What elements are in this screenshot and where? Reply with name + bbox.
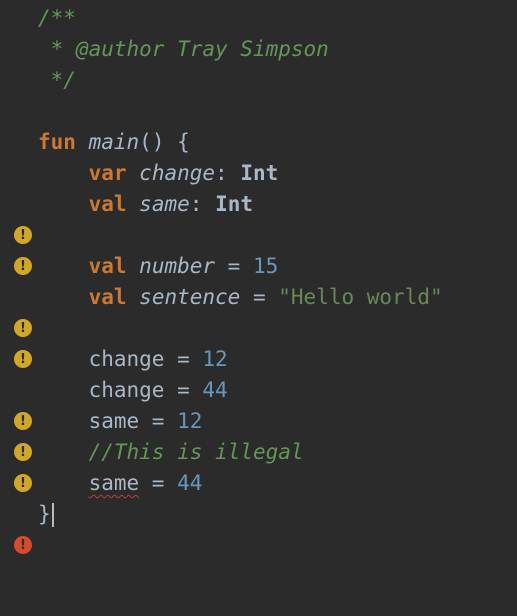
identifier-same-error[interactable]: same	[89, 471, 140, 495]
identifier-change: change	[88, 378, 165, 402]
type-int: Int	[215, 192, 253, 216]
identifier-change: change	[139, 161, 216, 185]
identifier-same: same	[88, 409, 140, 433]
string-literal: "Hello world"	[278, 285, 443, 309]
gutter-warning[interactable]: !	[14, 195, 34, 275]
gutter-warning[interactable]: !	[14, 350, 34, 430]
assign-operator: =	[164, 347, 203, 371]
number-literal: 44	[177, 471, 203, 495]
code-line[interactable]: ! same = 44	[0, 468, 517, 554]
doc-comment-close: */	[38, 68, 76, 92]
keyword-fun: fun	[38, 130, 76, 154]
keyword-val: val	[88, 254, 127, 278]
type-int: Int	[240, 161, 279, 185]
number-literal: 44	[202, 378, 228, 402]
identifier-number: number	[139, 254, 216, 278]
code-line[interactable]: ! val same: Int	[0, 189, 517, 275]
code-line[interactable]: ! val sentence = "Hello world"	[0, 282, 517, 368]
line-comment: //This is illegal	[88, 440, 304, 464]
function-name-main: main	[88, 130, 140, 154]
gutter-warning[interactable]: !	[14, 412, 34, 492]
gutter-error[interactable]: !	[14, 474, 34, 554]
identifier-sentence: sentence	[139, 285, 241, 309]
gutter-warning[interactable]: !	[14, 257, 34, 337]
code-line[interactable]: ! val number = 15	[0, 251, 517, 337]
gutter-warning[interactable]: !	[14, 288, 34, 368]
gutter-warning[interactable]: !	[14, 164, 34, 244]
assign-operator: =	[215, 254, 253, 278]
doc-comment-open: /**	[38, 6, 76, 30]
code-line[interactable]: ! change = 44	[0, 375, 517, 461]
keyword-var: var	[88, 161, 127, 185]
code-line[interactable]: ! same = 12	[0, 406, 517, 492]
code-line[interactable]: * @author Tray Simpson	[0, 34, 517, 65]
identifier-same: same	[139, 192, 190, 216]
identifier-change: change	[88, 347, 165, 371]
function-signature-rest: () {	[139, 130, 190, 154]
assign-operator: =	[240, 285, 279, 309]
number-literal: 15	[252, 254, 279, 278]
doc-comment-author: * @author Tray Simpson	[38, 37, 329, 61]
code-line[interactable]: fun main() {	[0, 127, 517, 158]
assign-operator: =	[164, 378, 203, 402]
keyword-val: val	[88, 285, 127, 309]
number-literal: 12	[177, 409, 203, 433]
code-line[interactable]: //This is illegal	[0, 437, 517, 468]
keyword-val: val	[88, 192, 127, 216]
closing-brace: }	[38, 502, 51, 526]
text-caret	[51, 503, 54, 527]
code-line[interactable]: /**	[0, 3, 517, 34]
code-line[interactable]: */	[0, 65, 517, 96]
code-line[interactable]: ! change = 12	[0, 344, 517, 430]
code-editor[interactable]: /** * @author Tray Simpson */ fun main()…	[0, 0, 517, 555]
colon: :	[215, 161, 228, 185]
assign-operator: =	[139, 471, 178, 495]
number-literal: 12	[202, 347, 228, 371]
assign-operator: =	[139, 409, 178, 433]
code-line[interactable]: ! var change: Int	[0, 158, 517, 244]
colon: :	[189, 192, 203, 216]
gutter-warning[interactable]: !	[14, 381, 34, 461]
code-line[interactable]: }	[0, 499, 517, 530]
